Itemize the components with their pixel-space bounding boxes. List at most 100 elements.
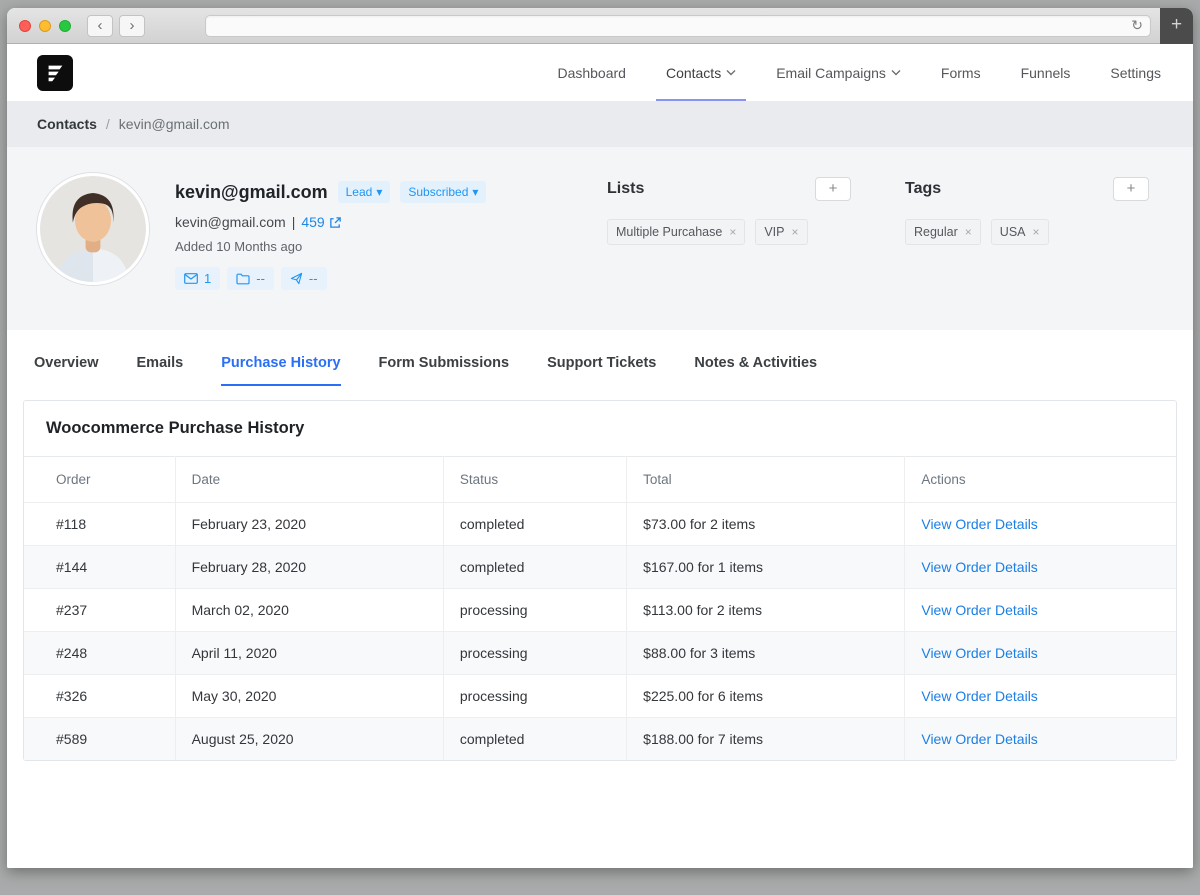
nav-email-campaigns[interactable]: Email Campaigns xyxy=(774,44,903,101)
view-order-details-link[interactable]: View Order Details xyxy=(921,516,1037,532)
nav-label: Funnels xyxy=(1021,65,1071,81)
remove-icon[interactable]: × xyxy=(965,226,972,238)
nav-funnels[interactable]: Funnels xyxy=(1019,44,1073,101)
mail-icon xyxy=(184,273,198,284)
remove-icon[interactable]: × xyxy=(729,226,736,238)
traffic-lights xyxy=(19,20,71,32)
new-tab-button[interactable]: + xyxy=(1160,8,1193,44)
window-minimize-button[interactable] xyxy=(39,20,51,32)
plus-icon: + xyxy=(1171,14,1182,35)
add-tag-button[interactable]: + xyxy=(1113,177,1149,201)
view-order-details-link[interactable]: View Order Details xyxy=(921,602,1037,618)
nav-dashboard[interactable]: Dashboard xyxy=(555,44,628,101)
nav-contacts[interactable]: Contacts xyxy=(664,44,738,101)
order-cell: #326 xyxy=(24,675,175,718)
nav-forms[interactable]: Forms xyxy=(939,44,983,101)
forward-icon: › xyxy=(130,17,135,34)
tab-notes-activities[interactable]: Notes & Activities xyxy=(694,355,817,386)
col-header-total: Total xyxy=(627,457,905,503)
total-cell: $225.00 for 6 items xyxy=(627,675,905,718)
refresh-icon[interactable]: ↻ xyxy=(1131,17,1143,34)
date-cell: April 11, 2020 xyxy=(175,632,443,675)
status-cell: processing xyxy=(443,589,626,632)
caret-down-icon: ▾ xyxy=(376,185,382,199)
lists-and-tags: Lists + Multiple Purcahase × VIP × xyxy=(597,173,1149,290)
contact-stats: 1 -- xyxy=(175,267,486,290)
tab-purchase-history[interactable]: Purchase History xyxy=(221,355,340,386)
tags-title: Tags xyxy=(905,180,941,198)
fluentcrm-logo[interactable] xyxy=(37,55,73,91)
subscription-badge[interactable]: Subscribed ▾ xyxy=(400,181,486,203)
order-cell: #589 xyxy=(24,718,175,761)
tab-overview[interactable]: Overview xyxy=(34,355,99,386)
remove-icon[interactable]: × xyxy=(791,226,798,238)
col-header-status: Status xyxy=(443,457,626,503)
status-cell: processing xyxy=(443,632,626,675)
folder-icon xyxy=(236,273,250,285)
app-root: Dashboard Contacts Email Campaigns xyxy=(7,44,1193,868)
status-badge[interactable]: Lead ▾ xyxy=(338,181,391,203)
nav-settings[interactable]: Settings xyxy=(1108,44,1163,101)
remove-icon[interactable]: × xyxy=(1033,226,1040,238)
list-chip: VIP × xyxy=(755,219,807,245)
click-rate-chip[interactable]: -- xyxy=(281,267,327,290)
view-order-details-link[interactable]: View Order Details xyxy=(921,731,1037,747)
plus-icon: + xyxy=(829,180,838,197)
contact-summary: kevin@gmail.com Lead ▾ Subscribed ▾ xyxy=(37,173,597,290)
contact-id-link[interactable]: 459 xyxy=(301,214,341,230)
nav-label: Contacts xyxy=(666,65,721,81)
view-order-details-link[interactable]: View Order Details xyxy=(921,559,1037,575)
pipe-separator: | xyxy=(292,214,296,230)
total-cell: $113.00 for 2 items xyxy=(627,589,905,632)
tags-chips: Regular × USA × xyxy=(905,219,1149,245)
window-zoom-button[interactable] xyxy=(59,20,71,32)
total-cell: $167.00 for 1 items xyxy=(627,546,905,589)
browser-chrome: ‹ › ↻ + xyxy=(7,8,1193,44)
status-cell: completed xyxy=(443,503,626,546)
plus-icon: + xyxy=(1127,180,1136,197)
avatar-illustration xyxy=(40,176,146,282)
window-close-button[interactable] xyxy=(19,20,31,32)
list-chip: Multiple Purcahase × xyxy=(607,219,745,245)
chevron-down-icon xyxy=(726,69,736,76)
purchase-history-card: Woocommerce Purchase History Order Date … xyxy=(23,400,1177,761)
nav-label: Settings xyxy=(1110,65,1161,81)
contact-added-date: Added 10 Months ago xyxy=(175,239,486,254)
view-order-details-link[interactable]: View Order Details xyxy=(921,645,1037,661)
external-link-icon xyxy=(329,216,342,229)
tag-chip: USA × xyxy=(991,219,1049,245)
tab-support-tickets[interactable]: Support Tickets xyxy=(547,355,656,386)
contact-profile-section: kevin@gmail.com Lead ▾ Subscribed ▾ xyxy=(7,147,1193,330)
tab-form-submissions[interactable]: Form Submissions xyxy=(379,355,510,386)
breadcrumb-separator: / xyxy=(106,116,110,132)
total-cell: $73.00 for 2 items xyxy=(627,503,905,546)
app-header: Dashboard Contacts Email Campaigns xyxy=(7,44,1193,101)
table-row: #237 March 02, 2020 processing $113.00 f… xyxy=(24,589,1176,632)
caret-down-icon: ▾ xyxy=(472,185,478,199)
view-order-details-link[interactable]: View Order Details xyxy=(921,688,1037,704)
status-cell: completed xyxy=(443,546,626,589)
browser-forward-button[interactable]: › xyxy=(119,15,145,37)
table-row: #144 February 28, 2020 completed $167.00… xyxy=(24,546,1176,589)
back-icon: ‹ xyxy=(98,17,103,34)
breadcrumb-contacts-link[interactable]: Contacts xyxy=(37,116,97,132)
main-nav: Dashboard Contacts Email Campaigns xyxy=(555,44,1163,101)
col-header-actions: Actions xyxy=(905,457,1176,503)
contact-avatar xyxy=(37,173,149,285)
total-cell: $188.00 for 7 items xyxy=(627,718,905,761)
send-icon xyxy=(290,272,303,285)
browser-nav-buttons: ‹ › xyxy=(87,15,145,37)
browser-back-button[interactable]: ‹ xyxy=(87,15,113,37)
email-count-chip[interactable]: 1 xyxy=(175,267,220,290)
lists-title: Lists xyxy=(607,180,644,198)
orders-table: Order Date Status Total Actions #118 Feb… xyxy=(24,456,1176,760)
open-rate-chip[interactable]: -- xyxy=(227,267,274,290)
address-bar[interactable]: ↻ xyxy=(205,15,1151,37)
card-title: Woocommerce Purchase History xyxy=(24,401,1176,456)
tags-section: Tags + Regular × USA × xyxy=(905,177,1149,290)
tab-emails[interactable]: Emails xyxy=(137,355,184,386)
tag-chip: Regular × xyxy=(905,219,981,245)
add-list-button[interactable]: + xyxy=(815,177,851,201)
date-cell: March 02, 2020 xyxy=(175,589,443,632)
breadcrumb-current: kevin@gmail.com xyxy=(119,116,230,132)
